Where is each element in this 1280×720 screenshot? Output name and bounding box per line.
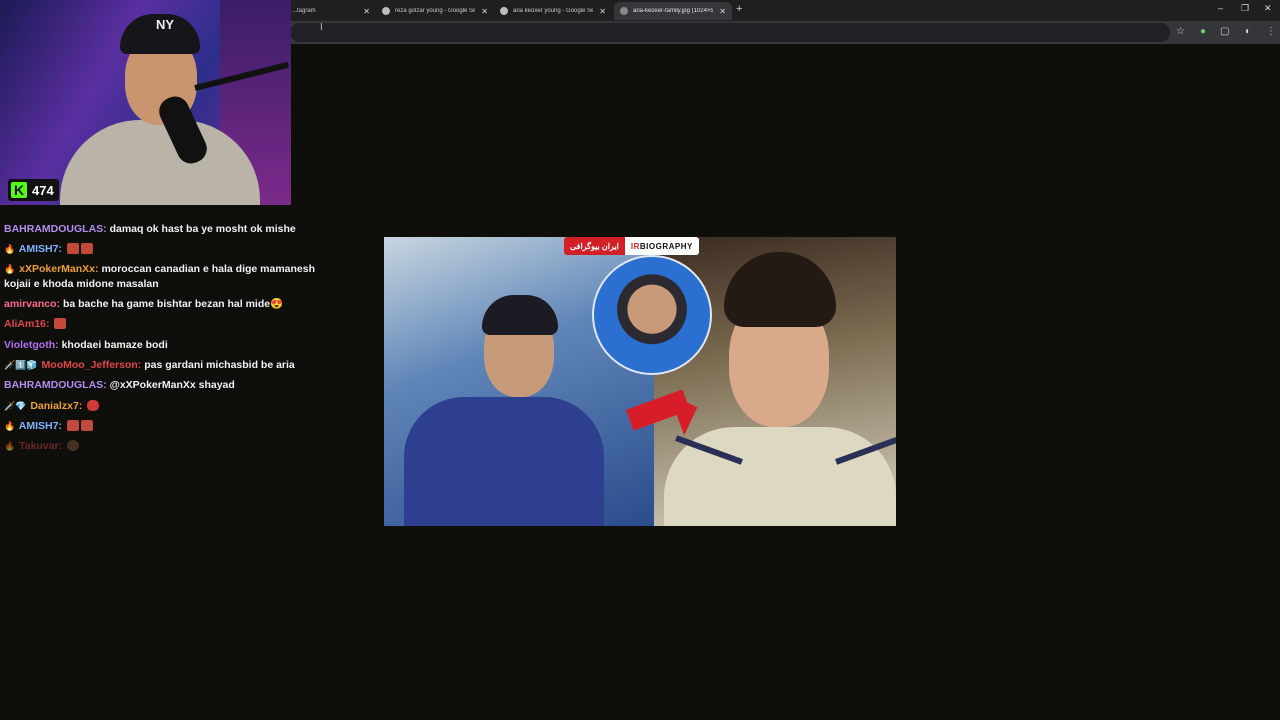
badge-icon: 🗡️💎	[4, 401, 27, 411]
chat-username: MooMoo_Jefferson:	[41, 359, 142, 371]
irbiography-logo: ایران بیوگرافی IR BIOGRAPHY	[564, 237, 699, 255]
chat-username: AMISH7:	[18, 243, 62, 255]
profile-icon[interactable]: ◐	[1245, 26, 1251, 37]
emote-icon	[54, 318, 67, 329]
chat-message: AliAm16:	[4, 317, 324, 332]
chat-username: xXPokerManXx:	[19, 263, 99, 275]
text-cursor-icon: I	[320, 22, 323, 33]
image-icon	[620, 7, 628, 15]
chat-message: BAHRAMDOUGLAS: damaq ok hast ba ye mosht…	[4, 222, 324, 237]
tab-google-search-aria[interactable]: aria keoxer young - Google Se... ✕	[494, 2, 612, 20]
viewer-count: 474	[32, 182, 54, 198]
badge-icon: 🔥	[4, 264, 16, 274]
close-tab-icon[interactable]: ✕	[481, 7, 488, 16]
chat-message: 🔥 Takuvar:	[4, 439, 324, 454]
logo-text-fa: ایران بیوگرافی	[564, 237, 625, 255]
tab-title: reza golzar young - Google Se...	[395, 8, 476, 14]
cap-logo: NY	[156, 17, 175, 32]
tab-google-search-reza[interactable]: reza golzar young - Google Se... ✕	[376, 2, 494, 20]
minimize-button[interactable]: –	[1218, 3, 1223, 13]
star-icon[interactable]: ☆	[1176, 26, 1185, 37]
new-tab-button[interactable]: +	[736, 3, 742, 15]
chat-message: Violetgoth: khodaei bamaze bodi	[4, 338, 324, 353]
badge-icon: 🔥	[4, 244, 16, 254]
chat-overlay: BAHRAMDOUGLAS: damaq ok hast ba ye mosht…	[0, 205, 330, 465]
chat-username: AMISH7:	[18, 420, 62, 432]
webcam-overlay: NY	[0, 0, 291, 205]
chat-text: khodaei bamaze bodi	[61, 339, 168, 351]
chat-message: amirvanco: ba bache ha game bishtar beza…	[4, 297, 324, 312]
chat-username: Danialzx7:	[30, 400, 83, 412]
chat-message: 🔥 xXPokerManXx: moroccan canadian e hala…	[4, 262, 324, 292]
tab-title: aria-keoxer-family.jpg (1024×5...	[633, 8, 714, 14]
puzzle-icon[interactable]: ▢	[1220, 26, 1229, 37]
chat-text: ba bache ha game bishtar bezan hal mide😍	[62, 298, 284, 310]
emote-icon	[80, 420, 93, 431]
badge-icon: 🗡️1️⃣🧊	[4, 360, 38, 370]
logo-text-en: IR BIOGRAPHY	[624, 237, 699, 255]
chat-message: BAHRAMDOUGLAS: @xXPokerManXx shayad	[4, 378, 324, 393]
extension-icon[interactable]: ●	[1200, 26, 1206, 37]
emote-icon	[80, 243, 93, 254]
close-tab-icon[interactable]: ✕	[719, 7, 726, 16]
tab-title: aria keoxer young - Google Se...	[513, 8, 594, 14]
google-icon	[500, 7, 508, 15]
badge-icon: 🔥	[4, 421, 16, 431]
menu-icon[interactable]: ⋮	[1266, 26, 1276, 37]
chat-text: pas gardani michasbid be aria	[144, 359, 295, 371]
tab-title: ...tagram	[292, 8, 316, 14]
chat-message: 🗡️1️⃣🧊 MooMoo_Jefferson: pas gardani mic…	[4, 358, 324, 373]
chat-username: BAHRAMDOUGLAS:	[4, 379, 107, 391]
emote-icon	[66, 243, 79, 254]
close-tab-icon[interactable]: ✕	[599, 7, 606, 16]
chat-message: 🔥 AMISH7:	[4, 242, 324, 257]
chat-username: Takuvar:	[19, 440, 63, 452]
kick-logo-icon: K	[11, 182, 27, 198]
inset-portrait	[592, 255, 712, 375]
emote-icon	[87, 400, 100, 411]
chat-message: 🗡️💎 Danialzx7:	[4, 399, 324, 414]
chat-username: BAHRAMDOUGLAS:	[4, 223, 107, 235]
close-window-button[interactable]: ✕	[1264, 3, 1272, 14]
chat-message: 🔥 AMISH7:	[4, 419, 324, 434]
badge-icon: 🔥	[4, 441, 16, 451]
tab-image-active[interactable]: aria-keoxer-family.jpg (1024×5... ✕	[614, 2, 732, 20]
chat-username: amirvanco:	[4, 298, 61, 310]
chat-username: Violetgoth:	[4, 339, 59, 351]
maximize-button[interactable]: ❐	[1241, 3, 1249, 14]
address-bar[interactable]	[290, 23, 1170, 42]
close-tab-icon[interactable]: ✕	[363, 7, 370, 16]
viewer-count-badge: K 474	[8, 179, 59, 201]
chat-text: damaq ok hast ba ye mosht ok mishe	[109, 223, 296, 235]
displayed-image[interactable]: ایران بیوگرافی IR BIOGRAPHY	[384, 237, 896, 526]
emote-icon	[67, 440, 80, 451]
chat-username: AliAm16:	[4, 318, 50, 330]
emote-icon	[66, 420, 79, 431]
tab-instagram[interactable]: ...tagram ✕	[286, 2, 376, 20]
chat-text: @xXPokerManXx shayad	[109, 379, 235, 391]
google-icon	[382, 7, 390, 15]
